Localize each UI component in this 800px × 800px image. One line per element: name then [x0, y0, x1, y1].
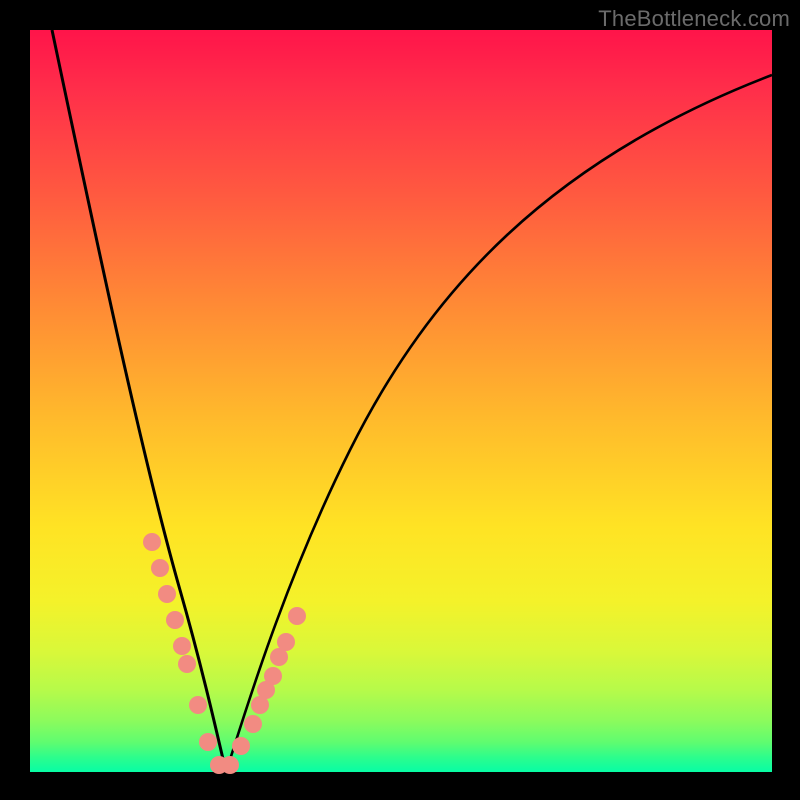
highlight-dot — [232, 737, 250, 755]
highlight-dot — [178, 655, 196, 673]
highlight-dot — [158, 585, 176, 603]
highlight-dot — [199, 733, 217, 751]
highlight-dot — [264, 667, 282, 685]
highlight-dot — [288, 607, 306, 625]
highlight-dot — [277, 633, 295, 651]
watermark-text: TheBottleneck.com — [598, 6, 790, 32]
bottleneck-curve — [30, 30, 772, 772]
highlight-dot — [221, 756, 239, 774]
highlight-dot — [189, 696, 207, 714]
curve-right-branch — [226, 75, 772, 772]
curve-left-branch — [52, 30, 226, 772]
highlight-dot — [151, 559, 169, 577]
highlight-dot — [143, 533, 161, 551]
highlight-dot — [166, 611, 184, 629]
highlight-dot — [244, 715, 262, 733]
chart-plot-area — [30, 30, 772, 772]
highlight-dot — [173, 637, 191, 655]
